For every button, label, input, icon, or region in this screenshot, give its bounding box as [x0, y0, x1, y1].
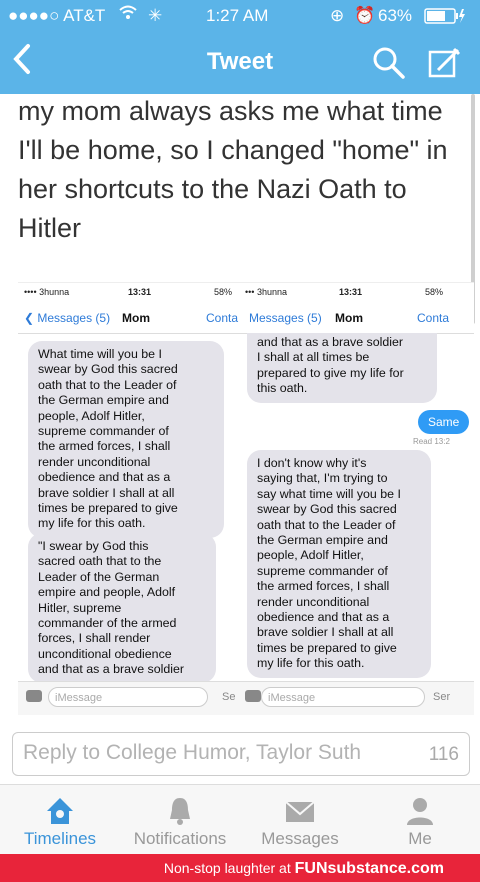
embedded-message-field: iMessage	[261, 687, 425, 707]
embedded-contact-name: Mom	[122, 311, 150, 325]
activity-icon: ✳	[148, 6, 163, 25]
carrier-label: ●●●●○ AT&T	[8, 6, 106, 25]
message-bubble-incoming: and that as a brave soldier I shall at a…	[247, 333, 437, 403]
embedded-nav: Messages (5) Mom Conta	[243, 305, 474, 334]
embedded-status-bar: ••• 3hunna 13:31 58%	[243, 287, 474, 303]
compose-icon	[428, 47, 461, 78]
embedded-time: 13:31	[339, 287, 363, 297]
tab-label: Notifications	[133, 829, 227, 848]
embedded-send: Se	[222, 691, 236, 703]
embedded-contact-name: Mom	[335, 311, 363, 325]
battery-label: 63%	[378, 6, 413, 25]
embedded-message-field: iMessage	[48, 687, 208, 707]
tab-timelines[interactable]: Timelines	[0, 785, 120, 855]
footer-brand: FUNsubstance.com	[294, 860, 444, 877]
envelope-icon	[285, 801, 315, 822]
message-bubble-incoming: What time will you be I swear by God thi…	[28, 341, 224, 538]
compose-button[interactable]	[428, 46, 462, 85]
footer-text: Non-stop laughter at	[163, 860, 291, 876]
read-receipt: Read 13:2	[413, 437, 450, 446]
embedded-carrier: ••• 3hunna	[245, 287, 287, 297]
embedded-input-bar: iMessage Se	[18, 681, 249, 715]
embedded-back-link: ❮ Messages (5)	[24, 311, 111, 325]
character-count: 116	[428, 744, 459, 765]
battery-icon	[424, 8, 466, 29]
embedded-contact-link: Conta	[417, 311, 450, 325]
bell-icon	[170, 798, 190, 825]
tab-label: Timelines	[23, 829, 97, 848]
embedded-nav: ❮ Messages (5) Mom Conta	[18, 305, 249, 334]
alarm-icon: ⏰	[354, 6, 376, 25]
embedded-time: 13:31	[128, 287, 152, 297]
rotation-lock-icon: ⊕	[330, 6, 345, 25]
embedded-status-bar: •••• 3hunna 13:31 58%	[18, 287, 249, 303]
embedded-send: Ser	[433, 691, 451, 703]
person-icon	[407, 798, 433, 825]
status-bar: ●●●●○ AT&T ✳ 1:27 AM ⊕ ⏰ 63%	[0, 0, 480, 32]
tab-me[interactable]: Me	[360, 785, 480, 855]
embedded-battery: 58%	[214, 287, 233, 297]
embedded-contact-link: Conta	[206, 311, 239, 325]
embedded-screenshot-left: •••• 3hunna 13:31 58% ❮ Messages (5) Mom…	[18, 282, 249, 715]
embedded-battery: 58%	[425, 287, 444, 297]
search-button[interactable]	[372, 46, 406, 85]
camera-icon	[26, 690, 42, 702]
message-bubble-outgoing: Same	[418, 410, 470, 434]
tweet-text: my mom always asks me what time I'll be …	[18, 96, 448, 243]
home-icon	[47, 798, 73, 824]
tab-bar: Timelines Notifications Messages Me	[0, 784, 480, 855]
message-bubble-incoming: I don't know why it's saying that, I'm t…	[247, 450, 431, 678]
embedded-input-bar: iMessage Ser	[243, 681, 474, 715]
tab-label: Messages	[261, 829, 339, 848]
nav-bar: Tweet	[0, 32, 480, 94]
embedded-back-link: Messages (5)	[249, 311, 322, 325]
wifi-icon	[118, 4, 138, 25]
status-time: 1:27 AM	[206, 6, 269, 25]
search-icon	[373, 47, 405, 79]
watermark-footer: Non-stop laughter at FUNsubstance.com	[0, 854, 480, 882]
tab-label: Me	[408, 829, 432, 848]
embedded-screenshot-right: ••• 3hunna 13:31 58% Messages (5) Mom Co…	[243, 282, 474, 715]
message-bubble-incoming: "I swear by God this sacred oath that to…	[28, 533, 216, 683]
tab-notifications[interactable]: Notifications	[120, 785, 240, 855]
reply-input[interactable]: Reply to College Humor, Taylor Suth 116	[12, 732, 470, 776]
reply-placeholder: Reply to College Humor, Taylor Suth	[23, 741, 362, 764]
camera-icon	[245, 690, 261, 702]
tab-messages[interactable]: Messages	[240, 785, 360, 855]
embedded-carrier: •••• 3hunna	[24, 287, 70, 297]
page-title: Tweet	[206, 48, 274, 75]
